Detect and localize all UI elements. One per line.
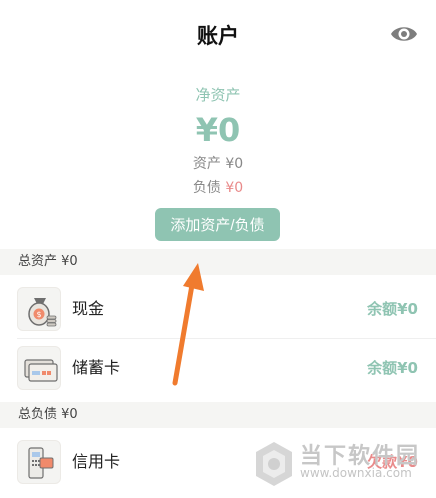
account-name: 储蓄卡 [72, 358, 121, 377]
assets-value: ¥0 [225, 156, 244, 172]
debit-card-icon [17, 346, 61, 390]
watermark-logo-icon [256, 442, 292, 486]
header: 账户 [0, 0, 436, 70]
watermark-url: www.downxia.com [300, 466, 412, 480]
list-item-debit-card[interactable]: 储蓄卡 余额¥0 [0, 339, 436, 397]
account-balance: 余额¥0 [367, 359, 418, 377]
account-balance: 余额¥0 [367, 300, 418, 318]
net-worth-label: 净资产 [195, 86, 241, 104]
net-worth-value: ¥0 [195, 111, 241, 149]
net-worth-summary: 净资产 ¥0 资产 ¥0 负债 ¥0 [0, 84, 436, 197]
liabilities-line: 负债 ¥0 [0, 177, 436, 197]
money-bag-icon: $ [17, 287, 61, 331]
add-asset-liability-button[interactable]: 添加资产/负债 [155, 208, 280, 241]
account-name: 现金 [72, 299, 105, 318]
credit-card-reader-icon [17, 440, 61, 484]
account-name: 信用卡 [72, 452, 121, 471]
liabilities-value: ¥0 [225, 180, 244, 196]
assets-label: 资产 [192, 156, 221, 172]
assets-line: 资产 ¥0 [0, 153, 436, 173]
list-item-cash[interactable]: $ 现金 余额¥0 [0, 280, 436, 338]
svg-text:$: $ [36, 310, 41, 319]
page-title: 账户 [197, 24, 239, 48]
liabilities-label: 负债 [192, 180, 221, 196]
eye-icon[interactable] [390, 24, 418, 44]
watermark: 当下软件园 www.downxia.com [252, 436, 436, 498]
liabilities-section-header: 总负债 ¥0 [0, 402, 436, 428]
assets-section-header: 总资产 ¥0 [0, 249, 436, 275]
